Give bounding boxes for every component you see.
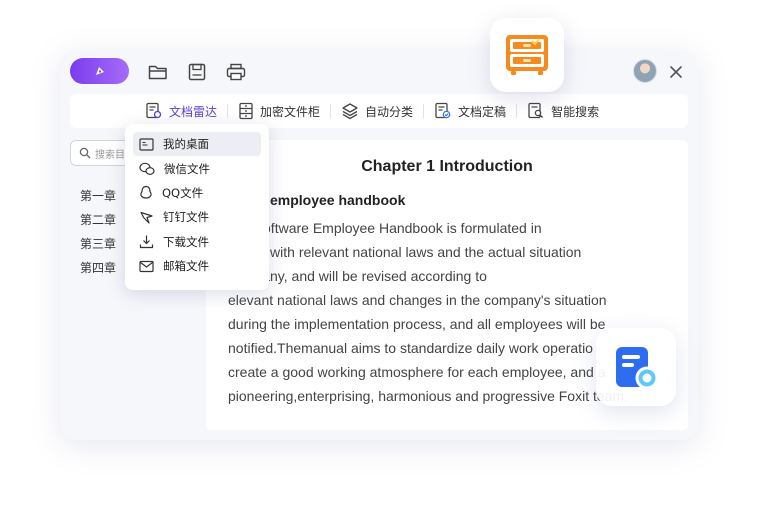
wechat-icon bbox=[139, 162, 155, 175]
user-avatar[interactable] bbox=[633, 59, 657, 83]
doc-radar-icon bbox=[146, 102, 162, 119]
chapter-list: 第一章 第二章 第三章 第四章 bbox=[80, 184, 116, 280]
orange-cabinet-icon bbox=[506, 35, 548, 75]
tool-label: 智能搜索 bbox=[551, 104, 600, 119]
tool-smart-search[interactable]: 智能搜索 bbox=[527, 94, 599, 128]
divider bbox=[423, 104, 425, 118]
tool-auto-classify[interactable]: 自动分类 bbox=[341, 94, 413, 128]
smart-search-badge bbox=[596, 328, 676, 406]
tool-doc-radar[interactable]: 文档雷达 bbox=[145, 94, 217, 128]
print-icon[interactable] bbox=[225, 61, 247, 83]
doc-finalize-icon bbox=[435, 102, 451, 119]
document-title: Chapter 1 Introduction bbox=[361, 158, 533, 175]
tool-encrypted-cabinet[interactable]: 加密文件柜 bbox=[238, 94, 320, 128]
menu-item-label: QQ文件 bbox=[162, 185, 204, 200]
divider bbox=[330, 104, 332, 118]
chapter-item[interactable]: 第二章 bbox=[80, 208, 116, 232]
desktop-icon bbox=[139, 138, 154, 151]
menu-item-dingtalk[interactable]: 钉钉文件 bbox=[133, 205, 261, 229]
tool-label: 自动分类 bbox=[365, 104, 414, 119]
smart-search-icon bbox=[528, 102, 544, 119]
body-line: company, and will be revised according t… bbox=[228, 268, 487, 284]
download-icon bbox=[139, 235, 154, 249]
encrypted-cabinet-badge bbox=[490, 18, 564, 92]
divider bbox=[227, 104, 229, 118]
save-icon[interactable] bbox=[186, 61, 208, 83]
menu-item-download[interactable]: 下载文件 bbox=[133, 230, 261, 254]
body-line: dance with relevant national laws and th… bbox=[228, 244, 582, 260]
menu-item-label: 微信文件 bbox=[164, 161, 210, 176]
search-icon bbox=[79, 147, 91, 159]
cabinet-icon bbox=[239, 102, 253, 120]
tool-doc-finalize[interactable]: 文档定稿 bbox=[434, 94, 506, 128]
source-dropdown-menu: 我的桌面 微信文件 QQ文件 钉钉文件 下载文件 邮箱文件 bbox=[125, 124, 269, 290]
tool-label: 文档定稿 bbox=[458, 104, 507, 119]
chapter-item[interactable]: 第一章 bbox=[80, 184, 116, 208]
qq-icon bbox=[140, 186, 152, 200]
pen-logo-icon bbox=[95, 67, 104, 75]
menu-item-label: 钉钉文件 bbox=[163, 210, 209, 225]
blue-doc-search-icon bbox=[616, 347, 659, 390]
layers-icon bbox=[342, 103, 358, 120]
body-line: oxit Software Employee Handbook is formu… bbox=[228, 220, 542, 236]
menu-item-label: 邮箱文件 bbox=[163, 259, 209, 274]
menu-item-mail[interactable]: 邮箱文件 bbox=[133, 254, 261, 278]
divider bbox=[516, 104, 518, 118]
menu-item-qq[interactable]: QQ文件 bbox=[133, 181, 261, 205]
tool-label: 加密文件柜 bbox=[260, 104, 321, 119]
close-icon[interactable] bbox=[665, 61, 687, 83]
body-line: elevant national laws and changes in the… bbox=[228, 292, 607, 308]
menu-item-desktop[interactable]: 我的桌面 bbox=[133, 132, 261, 157]
search-placeholder: 搜索目 bbox=[95, 149, 125, 161]
chapter-item[interactable]: 第三章 bbox=[80, 232, 116, 256]
mail-icon bbox=[139, 260, 154, 272]
app-logo-button[interactable] bbox=[70, 58, 129, 84]
dingtalk-icon bbox=[140, 211, 153, 224]
tool-label: 文档雷达 bbox=[169, 104, 218, 119]
menu-item-label: 下载文件 bbox=[163, 234, 209, 249]
chapter-item[interactable]: 第四章 bbox=[80, 256, 116, 280]
menu-item-label: 我的桌面 bbox=[163, 137, 209, 152]
title-bar bbox=[60, 50, 698, 94]
feature-toolbar: 文档雷达 加密文件柜 自动分类 文档定稿 智能搜索 bbox=[70, 94, 688, 128]
open-folder-icon[interactable] bbox=[147, 61, 169, 83]
menu-item-wechat[interactable]: 微信文件 bbox=[133, 156, 261, 180]
